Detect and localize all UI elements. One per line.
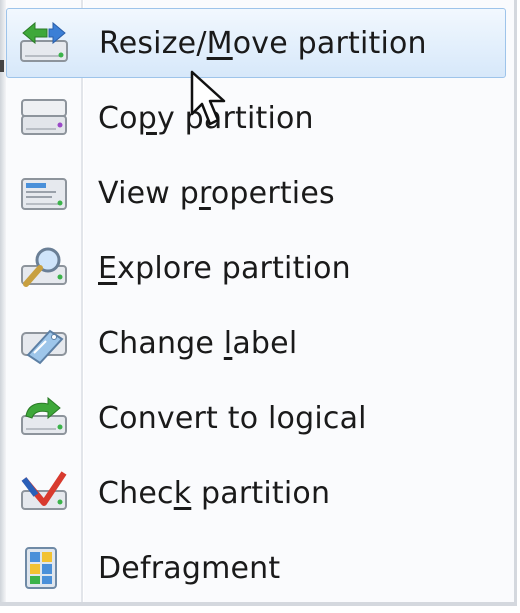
explore-partition-icon bbox=[21, 247, 67, 287]
defragment-icon bbox=[25, 547, 57, 589]
menu-item-view-properties[interactable]: View properties bbox=[6, 158, 506, 228]
menu-item-copy-partition[interactable]: Copy partition bbox=[6, 83, 506, 153]
menu-item-label: Explore partition bbox=[98, 250, 351, 286]
menu-item-defragment[interactable]: Defragment bbox=[6, 533, 506, 602]
menu-item-label: Change label bbox=[98, 325, 298, 361]
menu-item-label: Resize/Move partition bbox=[99, 25, 427, 61]
menu-item-convert-to-logical[interactable]: Convert to logical bbox=[6, 383, 506, 453]
copy-partition-icon bbox=[21, 99, 67, 135]
resize-move-partition-icon bbox=[20, 21, 68, 62]
view-properties-icon bbox=[21, 178, 67, 210]
menu-item-label: View properties bbox=[98, 175, 335, 211]
menu-item-label: Defragment bbox=[98, 550, 281, 586]
context-menu: Resize/Move partition Copy partition Vie… bbox=[0, 0, 517, 606]
convert-to-logical-icon bbox=[21, 396, 67, 435]
menu-item-label: Check partition bbox=[98, 475, 331, 511]
menu-item-change-label[interactable]: Change label bbox=[6, 308, 506, 378]
check-partition-icon bbox=[21, 471, 67, 510]
menu-item-resize-move-partition[interactable]: Resize/Move partition bbox=[6, 8, 506, 78]
menu-item-check-partition[interactable]: Check partition bbox=[6, 458, 506, 528]
background-fragment bbox=[0, 60, 4, 72]
change-label-icon bbox=[21, 329, 67, 365]
menu-item-label: Convert to logical bbox=[98, 400, 367, 436]
menu-item-label: Copy partition bbox=[98, 100, 314, 136]
menu-item-explore-partition[interactable]: Explore partition bbox=[6, 233, 506, 303]
